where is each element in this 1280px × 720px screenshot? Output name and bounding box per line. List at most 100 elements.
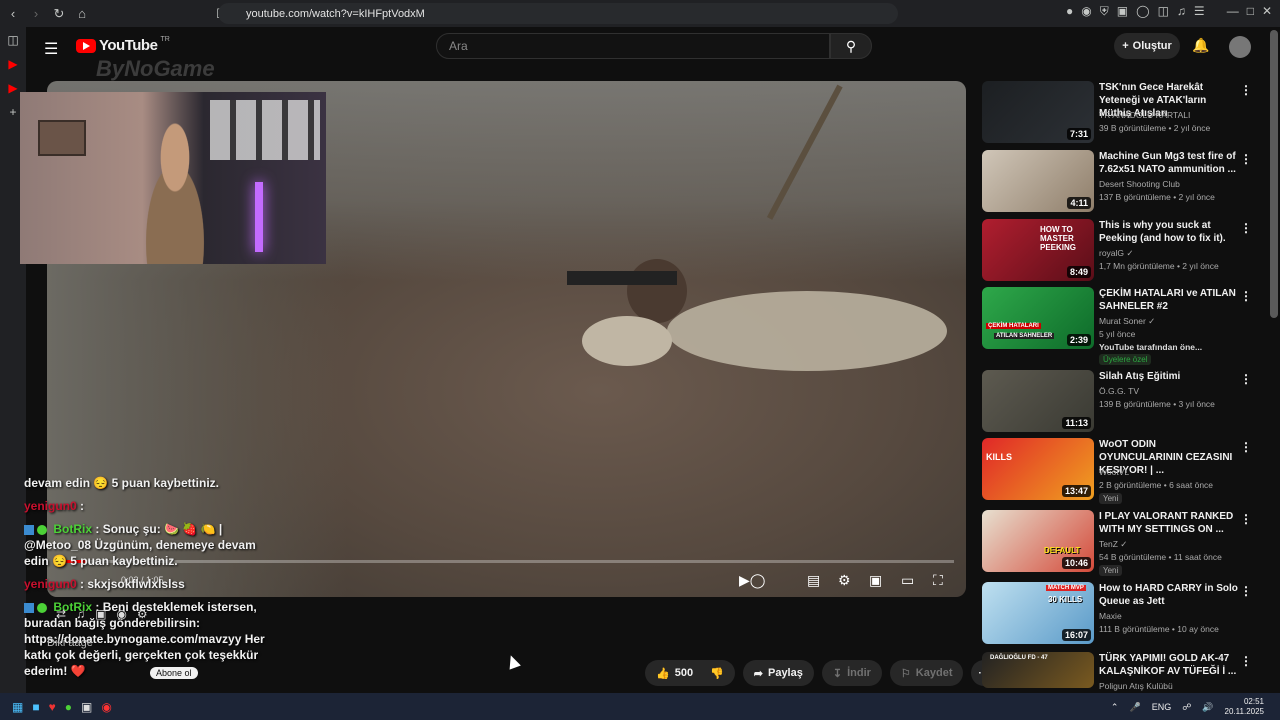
video-channel[interactable]: WootVL bbox=[1099, 467, 1129, 477]
minimize-icon[interactable]: — bbox=[1227, 4, 1239, 19]
video-thumbnail[interactable]: ÇEKİM HATALARI ATILAN SAHNELER 2:39 bbox=[982, 287, 1094, 349]
video-channel[interactable]: Ö.G.G. TV bbox=[1099, 386, 1139, 396]
youtube-tab-icon[interactable]: ▶ bbox=[8, 81, 17, 95]
reload-icon[interactable]: ↻ bbox=[49, 4, 69, 24]
maximize-icon[interactable]: □ bbox=[1247, 4, 1254, 19]
windows-start-icon[interactable]: ▦ bbox=[12, 700, 23, 714]
forward-icon[interactable]: › bbox=[26, 4, 46, 24]
like-button[interactable]: 👍 500 👎 bbox=[645, 660, 735, 686]
video-title[interactable]: TÜRK YAPIMI! GOLD AK-47 KALAŞNİKOF AV TÜ… bbox=[1099, 652, 1239, 678]
more-options-icon[interactable]: ⋮ bbox=[1240, 512, 1252, 526]
video-title[interactable]: How to HARD CARRY in Solo Queue as Jett bbox=[1099, 582, 1239, 608]
extension-icon[interactable]: ◉ bbox=[1081, 4, 1091, 19]
search-input[interactable]: Ara bbox=[436, 33, 830, 59]
related-video-item[interactable]: 11:13 Silah Atış Eğitimi Ö.G.G. TV 139 B… bbox=[982, 370, 1262, 436]
search-button[interactable]: ⚲ bbox=[830, 33, 872, 59]
microphone-icon[interactable]: 🎤 bbox=[1129, 702, 1140, 713]
subscribe-button[interactable]: Abone ol bbox=[150, 667, 198, 679]
subtitles-icon[interactable]: ▤ bbox=[807, 569, 820, 591]
more-options-icon[interactable]: ⋮ bbox=[1240, 83, 1252, 97]
video-thumbnail[interactable]: 7:31 bbox=[982, 81, 1094, 143]
related-video-item[interactable]: MATCH MVP 30 KILLS 16:07 How to HARD CAR… bbox=[982, 582, 1262, 648]
video-channel[interactable]: Murat Soner ✓ bbox=[1099, 316, 1155, 327]
app-icon[interactable]: ● bbox=[65, 700, 72, 714]
theater-mode-icon[interactable]: ▭ bbox=[901, 569, 914, 591]
puzzle-icon[interactable]: ◯ bbox=[1136, 4, 1149, 19]
create-label: Oluştur bbox=[1132, 40, 1172, 52]
menu-icon[interactable]: ☰ bbox=[1194, 4, 1205, 19]
network-icon[interactable]: ☍ bbox=[1182, 702, 1191, 713]
video-title[interactable]: Silah Atış Eğitimi bbox=[1099, 370, 1239, 383]
video-channel[interactable]: Desert Shooting Club bbox=[1099, 179, 1180, 189]
share-button[interactable]: ➦ Paylaş bbox=[742, 660, 814, 686]
app-icon[interactable]: ▣ bbox=[81, 700, 92, 714]
app-icon[interactable]: ♥ bbox=[49, 700, 56, 714]
notifications-icon[interactable]: 🔔 bbox=[1192, 37, 1209, 54]
video-channel[interactable]: TenZ ✓ bbox=[1099, 539, 1127, 550]
video-channel[interactable]: Poligun Atış Kulübü bbox=[1099, 681, 1173, 691]
download-button[interactable]: ↧ İndir bbox=[821, 660, 882, 686]
video-channel[interactable]: TR ANADOLU KARTALI bbox=[1099, 110, 1190, 120]
clock[interactable]: 02:51 20.11.2025 bbox=[1225, 697, 1264, 717]
avatar[interactable] bbox=[1229, 36, 1251, 58]
video-thumbnail[interactable]: DEFAULT 10:46 bbox=[982, 510, 1094, 572]
related-video-item[interactable]: 4:11 Machine Gun Mg3 test fire of 7.62x5… bbox=[982, 150, 1262, 216]
more-options-icon[interactable]: ⋮ bbox=[1240, 289, 1252, 303]
related-video-item[interactable]: 7:31 TSK'nın Gece Harekât Yeteneği ve AT… bbox=[982, 81, 1262, 147]
related-video-item[interactable]: ÇEKİM HATALARI ATILAN SAHNELER 2:39 ÇEKİ… bbox=[982, 287, 1262, 365]
more-options-icon[interactable]: ⋮ bbox=[1240, 372, 1252, 386]
create-button[interactable]: + Oluştur bbox=[1114, 33, 1180, 59]
fullscreen-icon[interactable]: ⛶ bbox=[933, 569, 943, 591]
extension-icon[interactable]: ● bbox=[1066, 4, 1073, 19]
menu-icon[interactable]: ☰ bbox=[44, 39, 58, 59]
close-icon[interactable]: ✕ bbox=[1262, 4, 1272, 19]
related-video-item[interactable]: DEFAULT 10:46 I PLAY VALORANT RANKED WIT… bbox=[982, 510, 1262, 576]
video-thumbnail[interactable]: 11:13 bbox=[982, 370, 1094, 432]
save-button[interactable]: ⚐ Kaydet bbox=[889, 660, 964, 686]
miniplayer-icon[interactable]: ▣ bbox=[869, 569, 882, 591]
address-bar[interactable]: youtube.com/watch?v=kIHFptVodxM bbox=[218, 3, 898, 24]
back-icon[interactable]: ‹ bbox=[3, 4, 23, 24]
add-tab-icon[interactable]: + bbox=[9, 105, 16, 119]
sidebar-icon[interactable]: ◫ bbox=[1158, 4, 1169, 19]
more-options-icon[interactable]: ⋮ bbox=[1240, 221, 1252, 235]
related-video-item[interactable]: HOW TO MASTER PEEKING 8:49 This is why y… bbox=[982, 219, 1262, 285]
channel-name[interactable]: Diki aage bbox=[47, 637, 93, 649]
app-icon[interactable]: ◉ bbox=[101, 700, 111, 714]
extension-icon[interactable]: ▣ bbox=[1117, 4, 1128, 19]
autoplay-toggle[interactable]: ▶◯ bbox=[739, 569, 765, 591]
video-title[interactable]: Machine Gun Mg3 test fire of 7.62x51 NAT… bbox=[1099, 150, 1239, 176]
shield-icon[interactable]: ⛨ bbox=[1100, 4, 1109, 19]
video-duration: 2:39 bbox=[1066, 334, 1091, 346]
video-channel[interactable]: Maxie bbox=[1099, 611, 1122, 621]
settings-icon[interactable]: ⚙ bbox=[838, 569, 851, 591]
more-options-icon[interactable]: ⋮ bbox=[1240, 584, 1252, 598]
video-thumbnail[interactable]: DAĞLIOĞLU FD - 47 bbox=[982, 652, 1094, 688]
youtube-tab-icon[interactable]: ▶ bbox=[8, 57, 17, 71]
app-icon[interactable]: ■ bbox=[32, 700, 39, 714]
video-title[interactable]: I PLAY VALORANT RANKED WITH MY SETTINGS … bbox=[1099, 510, 1239, 536]
more-options-icon[interactable]: ⋮ bbox=[1240, 440, 1252, 454]
language-indicator[interactable]: ENG bbox=[1152, 702, 1172, 712]
video-channel[interactable]: royalG ✓ bbox=[1099, 248, 1134, 259]
video-thumbnail[interactable]: HOW TO MASTER PEEKING 8:49 bbox=[982, 219, 1094, 281]
video-title[interactable]: ÇEKİM HATALARI ve ATILAN SAHNELER #2 bbox=[1099, 287, 1239, 313]
video-thumbnail[interactable]: 4:11 bbox=[982, 150, 1094, 212]
video-title[interactable]: This is why you suck at Peeking (and how… bbox=[1099, 219, 1239, 245]
video-thumbnail[interactable]: KILLS 13:47 bbox=[982, 438, 1094, 500]
volume-icon[interactable]: 🔊 bbox=[1202, 702, 1213, 713]
video-thumbnail[interactable]: MATCH MVP 30 KILLS 16:07 bbox=[982, 582, 1094, 644]
obs-overlay-icons: ⇄ ♫ ▣ ◉ ⚙ bbox=[56, 607, 148, 621]
thumbs-down-icon[interactable]: 👎 bbox=[710, 667, 724, 680]
sidebar-panel-icon[interactable]: ◫ bbox=[7, 33, 18, 47]
youtube-logo[interactable]: YouTube TR bbox=[76, 36, 170, 54]
video-duration: 7:31 bbox=[1066, 128, 1091, 140]
page-scrollbar[interactable] bbox=[1270, 30, 1278, 318]
chevron-up-icon[interactable]: ⌃ bbox=[1111, 702, 1119, 713]
more-options-icon[interactable]: ⋮ bbox=[1240, 152, 1252, 166]
thumbnail-text: HOW TO MASTER PEEKING bbox=[1040, 225, 1077, 252]
related-video-item[interactable]: KILLS 13:47 WoOT ODIN OYUNCULARININ CEZA… bbox=[982, 438, 1262, 504]
more-options-icon[interactable]: ⋮ bbox=[1240, 654, 1252, 668]
home-icon[interactable]: ⌂ bbox=[72, 4, 92, 24]
music-icon[interactable]: ♫ bbox=[1177, 4, 1186, 19]
